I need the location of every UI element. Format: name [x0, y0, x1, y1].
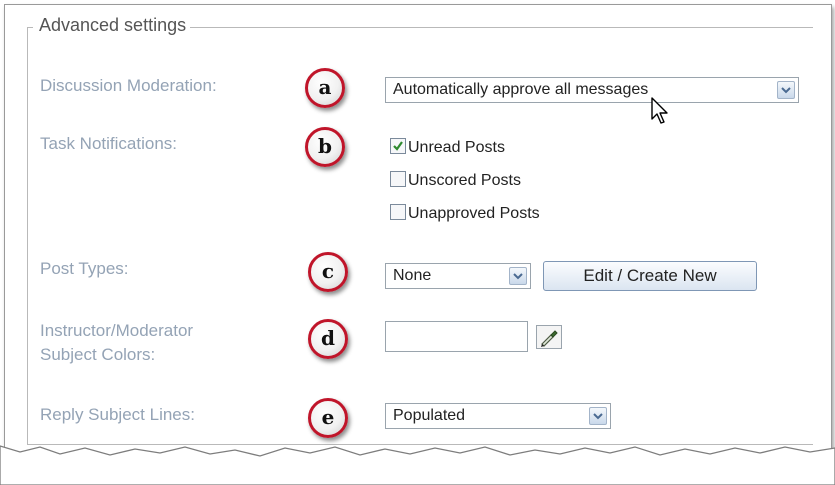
unread-posts-label: Unread Posts: [408, 139, 505, 156]
torn-paper-edge: [0, 445, 835, 485]
unapproved-posts-checkbox[interactable]: [390, 204, 406, 220]
subject-colors-label-line1: Instructor/Moderator: [40, 321, 194, 340]
post-types-select[interactable]: None: [385, 263, 531, 289]
unapproved-posts-label: Unapproved Posts: [408, 205, 540, 222]
chevron-down-icon[interactable]: [589, 407, 607, 425]
mouse-cursor-icon: [651, 97, 669, 130]
subject-colors-label-line2: Subject Colors:: [40, 345, 156, 364]
group-title: Advanced settings: [33, 15, 191, 36]
unread-posts-checkbox[interactable]: [390, 138, 406, 154]
moderation-select[interactable]: Automatically approve all messages: [385, 77, 799, 103]
unscored-posts-checkbox[interactable]: [390, 171, 406, 187]
color-picker-icon: [541, 330, 558, 347]
chevron-down-icon[interactable]: [777, 81, 795, 99]
unscored-posts-label: Unscored Posts: [408, 172, 521, 189]
badge-a: a: [305, 68, 345, 108]
chevron-down-icon[interactable]: [509, 267, 527, 285]
edit-create-new-button[interactable]: Edit / Create New: [543, 261, 757, 291]
badge-e: e: [308, 398, 348, 438]
reply-subject-lines-label: Reply Subject Lines:: [40, 405, 195, 424]
post-types-selected-value: None: [393, 267, 432, 284]
badge-c: c: [308, 252, 348, 292]
settings-panel: Advanced settings Discussion Moderation:…: [4, 4, 832, 458]
discussion-moderation-label: Discussion Moderation:: [40, 76, 217, 95]
checkmark-icon: [393, 141, 403, 151]
badge-b: b: [305, 127, 345, 167]
reply-subject-selected-value: Populated: [393, 407, 466, 424]
unread-posts-option[interactable]: Unread Posts: [390, 137, 505, 159]
post-types-label: Post Types:: [40, 259, 129, 278]
task-notifications-label: Task Notifications:: [40, 134, 177, 153]
unapproved-posts-option[interactable]: Unapproved Posts: [390, 203, 540, 225]
unscored-posts-option[interactable]: Unscored Posts: [390, 170, 521, 192]
badge-d: d: [308, 319, 348, 359]
subject-color-field[interactable]: [385, 321, 528, 352]
reply-subject-select[interactable]: Populated: [385, 403, 611, 429]
moderation-selected-value: Automatically approve all messages: [393, 81, 649, 98]
color-picker-button[interactable]: [536, 325, 562, 349]
